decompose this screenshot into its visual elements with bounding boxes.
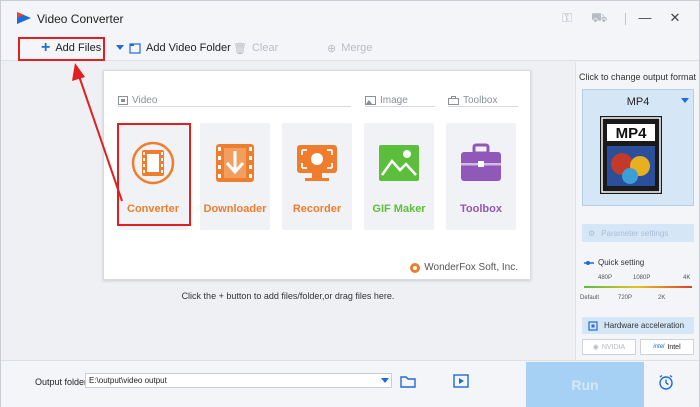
intel-option[interactable]: intel Intel [640,339,694,355]
nvidia-option[interactable]: ◉ NVIDIA [582,339,636,355]
output-folder-label: Output folder: [35,377,90,387]
settings-icon: ⚙ [588,228,596,238]
nvidia-logo-icon: ◉ [592,344,599,351]
res-720p: 720P [618,295,633,301]
nvidia-label: NVIDIA [601,343,626,351]
quick-setting: Quick setting [584,258,644,267]
parameter-settings-label: Parameter settings [601,228,669,238]
quick-setting-label: Quick setting [598,258,645,267]
mp4-badge-text: MP4 [616,125,648,142]
res-480p: 480P [598,275,613,281]
format-selector[interactable]: MP4 MP4 [582,89,694,206]
change-format-hint: Click to change output format [578,72,697,82]
parameter-settings-button[interactable]: ⚙ Parameter settings [582,224,694,242]
res-default: Default [580,295,600,301]
slider-icon [584,260,594,265]
intel-logo-icon: intel [653,344,665,350]
chip-icon [588,320,598,331]
bottom-bar: Output folder: E:\output\video output Ru… [1,360,699,407]
res-1080p: 1080P [633,275,651,281]
output-video-icon[interactable] [453,374,469,388]
run-button[interactable]: Run [526,362,644,407]
hardware-acceleration-label: Hardware acceleration [604,321,685,330]
res-2k: 2K [658,295,666,301]
hardware-acceleration-toggle[interactable]: Hardware acceleration [582,317,694,334]
app-window: Video Converter ⚿ ⛟ — ✕ + Add Files Add … [0,0,700,407]
format-name: MP4 [626,96,650,108]
output-folder-field[interactable]: E:\output\video output [85,373,392,388]
quality-slider[interactable] [584,285,692,289]
output-folder-dropdown-icon[interactable] [381,378,389,383]
output-panel: Click to change output format MP4 MP4 ⚙ … [575,62,699,360]
output-folder-value: E:\output\video output [89,376,167,385]
open-folder-icon[interactable] [400,374,416,388]
res-4k: 4K [683,275,691,281]
format-dropdown-icon[interactable] [681,98,689,103]
intel-label: Intel [667,343,681,351]
mp4-format-icon: MP4 [600,116,662,194]
drop-hint: Click the + button to add files/folder,o… [181,291,395,301]
alarm-clock-icon[interactable] [658,374,674,390]
